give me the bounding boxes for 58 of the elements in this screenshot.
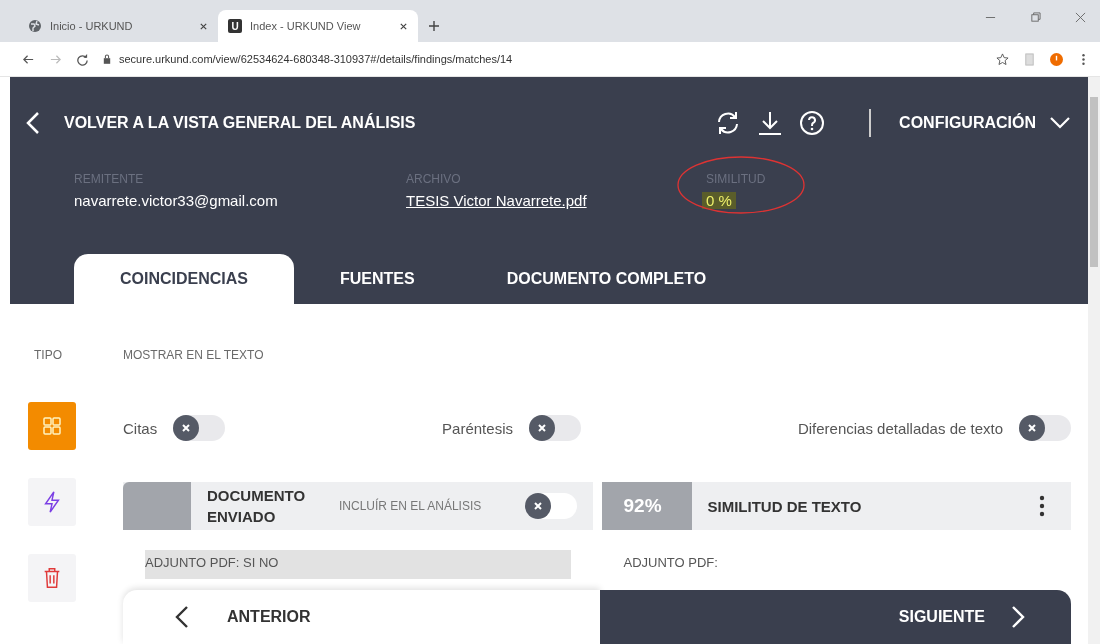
- close-icon[interactable]: [399, 21, 408, 31]
- toggle-switch[interactable]: [173, 415, 226, 441]
- grid-icon: [42, 415, 62, 437]
- back-icon[interactable]: [26, 110, 40, 136]
- field-value: 0 %: [702, 192, 736, 209]
- star-icon[interactable]: [996, 52, 1009, 66]
- x-icon: [532, 501, 543, 511]
- percent-badge: 92%: [601, 482, 692, 530]
- field-value: navarrete.victor33@gmail.com: [74, 192, 279, 209]
- browser-tab[interactable]: U Index - URKUND View: [218, 10, 418, 42]
- panel-title: DOCUMENTO ENVIADO: [207, 486, 307, 527]
- tab[interactable]: FUENTES: [294, 254, 461, 304]
- logo-icon: U: [228, 19, 242, 33]
- toggle-switch[interactable]: [1019, 415, 1071, 441]
- tab[interactable]: DOCUMENTO COMPLETO: [460, 254, 753, 304]
- tab-title: Inicio - URKUND: [50, 20, 134, 32]
- next-button[interactable]: SIGUIENTE: [600, 590, 1071, 644]
- toggle-label: INCLUÍR EN EL ANÁLISIS: [339, 499, 483, 513]
- address-bar[interactable]: secure.urkund.com/view/62534624-680348-310937#/details/findings/matches/14: [103, 46, 962, 72]
- profile-icon[interactable]: [1050, 52, 1063, 66]
- panel-title: SIMILITUD DE TEXTO: [707, 497, 863, 515]
- chevron-right-icon: [1011, 604, 1025, 630]
- globe-icon: [28, 19, 42, 33]
- toggle-label: Citas: [123, 419, 158, 437]
- tab-title: Index - URKUND View: [250, 20, 362, 32]
- help-icon[interactable]: [799, 110, 826, 136]
- trash-filter-button[interactable]: [28, 554, 76, 602]
- x-icon: [536, 423, 547, 433]
- chevron-icon: [1050, 117, 1070, 129]
- lightning-icon: [42, 491, 62, 513]
- previous-button[interactable]: ANTERIOR: [123, 590, 600, 644]
- tab[interactable]: COINCIDENCIAS: [74, 254, 294, 304]
- color-block: [123, 482, 191, 530]
- more-icon[interactable]: [1039, 495, 1045, 517]
- x-icon: [181, 423, 192, 433]
- close-icon[interactable]: [1075, 12, 1086, 23]
- toggle-label: Paréntesis: [442, 419, 513, 437]
- settings-dropdown[interactable]: CONFIGURACIÓN: [899, 114, 1070, 132]
- trash-icon: [42, 567, 62, 589]
- new-tab-icon[interactable]: [428, 20, 440, 32]
- toggle-switch[interactable]: [524, 493, 577, 519]
- chevron-left-icon: [175, 604, 189, 630]
- close-icon[interactable]: [199, 21, 208, 31]
- x-icon: [1027, 423, 1037, 433]
- lock-icon: [103, 54, 111, 64]
- bolt-filter-button[interactable]: [28, 478, 76, 526]
- column-label: TIPO: [34, 348, 62, 362]
- restore-icon[interactable]: [1030, 12, 1041, 23]
- browser-tab[interactable]: Inicio - URKUND: [18, 10, 218, 42]
- back-link[interactable]: VOLVER A LA VISTA GENERAL DEL ANÁLISIS: [64, 114, 716, 132]
- document-text: ADJUNTO PDF:: [622, 554, 719, 572]
- reload-icon[interactable]: [76, 52, 89, 66]
- section-label: MOSTRAR EN EL TEXTO: [123, 348, 265, 362]
- scrollbar[interactable]: [1088, 77, 1100, 644]
- toggle-switch[interactable]: [528, 415, 581, 441]
- document-text: ADJUNTO PDF: SI NO: [145, 550, 571, 579]
- toggle-label: Diferencias detalladas de texto: [797, 419, 1003, 437]
- download-icon[interactable]: [757, 110, 784, 136]
